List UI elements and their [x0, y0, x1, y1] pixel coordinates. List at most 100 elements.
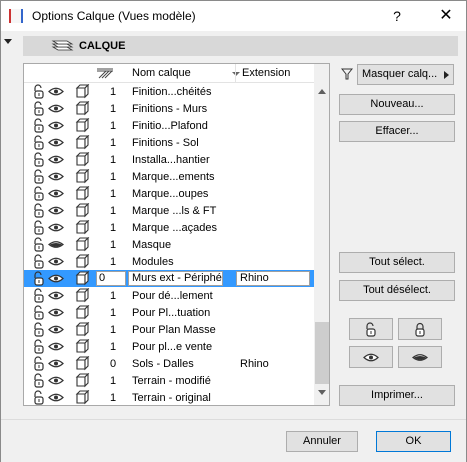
table-row[interactable]: 1 Marque ...açades — [24, 219, 314, 236]
eye-closed-icon[interactable] — [48, 237, 64, 252]
deselect-all-button[interactable]: Tout désélect. — [339, 280, 455, 301]
eye-icon[interactable] — [48, 390, 64, 405]
eye-icon[interactable] — [48, 203, 64, 218]
unlocked-icon[interactable] — [31, 101, 47, 116]
unlocked-icon[interactable] — [31, 288, 47, 303]
table-row[interactable]: 1 Masque — [24, 236, 314, 253]
eye-icon[interactable] — [48, 373, 64, 388]
wireframe-icon[interactable] — [74, 117, 90, 133]
wireframe-icon[interactable] — [74, 100, 90, 116]
eye-icon[interactable] — [48, 220, 64, 235]
unlocked-icon[interactable] — [31, 322, 47, 337]
unlocked-icon[interactable] — [31, 135, 47, 150]
table-row[interactable]: 1 Finitio...Plafond — [24, 117, 314, 134]
table-row[interactable]: 1 Marque ...ls & FT — [24, 202, 314, 219]
collapse-arrow-icon[interactable] — [4, 39, 12, 44]
unlocked-icon[interactable] — [31, 271, 47, 286]
scroll-thumb[interactable] — [315, 322, 329, 384]
eye-icon[interactable] — [48, 101, 64, 116]
wireframe-icon[interactable] — [74, 389, 90, 405]
table-row[interactable]: 1 Finition...chéités — [24, 83, 314, 100]
close-button[interactable]: ✕ — [431, 5, 461, 27]
eye-icon[interactable] — [48, 118, 64, 133]
print-button[interactable]: Imprimer... — [339, 385, 455, 406]
unlocked-icon[interactable] — [31, 373, 47, 388]
help-button[interactable]: ? — [382, 5, 412, 27]
unlocked-icon[interactable] — [31, 169, 47, 184]
eye-icon[interactable] — [48, 271, 64, 286]
wireframe-icon[interactable] — [74, 236, 90, 252]
delete-layer-button[interactable]: Effacer... — [339, 121, 455, 142]
table-row[interactable]: 1 Pour Pl...tuation — [24, 304, 314, 321]
unlocked-icon[interactable] — [31, 237, 47, 252]
eye-icon[interactable] — [48, 288, 64, 303]
table-row[interactable]: 1 Marque...oupes — [24, 185, 314, 202]
table-row[interactable]: 1 Installa...hantier — [24, 151, 314, 168]
unlocked-icon[interactable] — [31, 305, 47, 320]
table-row[interactable]: 0 Murs ext - Périphé Rhino — [24, 270, 314, 287]
layer-name[interactable]: Murs ext - Périphé — [128, 271, 223, 286]
wireframe-icon[interactable] — [74, 304, 90, 320]
column-divider[interactable] — [235, 64, 236, 82]
wireframe-icon[interactable] — [74, 219, 90, 235]
hide-all-button[interactable] — [398, 346, 442, 368]
table-row[interactable]: 1 Pour Plan Masse — [24, 321, 314, 338]
unlocked-icon[interactable] — [31, 356, 47, 371]
table-row[interactable]: 1 Pour pl...e vente — [24, 338, 314, 355]
wireframe-icon[interactable] — [74, 134, 90, 150]
eye-icon[interactable] — [48, 152, 64, 167]
eye-icon[interactable] — [48, 186, 64, 201]
wireframe-icon[interactable] — [74, 185, 90, 201]
new-layer-button[interactable]: Nouveau... — [339, 94, 455, 115]
unlocked-icon[interactable] — [31, 220, 47, 235]
intersection-group[interactable]: 0 — [96, 271, 126, 286]
eye-icon[interactable] — [48, 169, 64, 184]
wireframe-icon[interactable] — [74, 372, 90, 388]
eye-icon[interactable] — [48, 356, 64, 371]
eye-icon[interactable] — [48, 84, 64, 99]
lock-all-button[interactable] — [398, 318, 442, 340]
section-header[interactable]: CALQUE — [23, 36, 458, 56]
table-row[interactable]: 1 Marque...ements — [24, 168, 314, 185]
scroll-up-arrow-icon[interactable] — [318, 89, 326, 94]
wireframe-icon[interactable] — [74, 270, 90, 286]
eye-icon[interactable] — [48, 254, 64, 269]
unlock-all-button[interactable] — [349, 318, 393, 340]
layer-extension[interactable]: Rhino — [236, 271, 310, 286]
column-header-extension[interactable]: Extension — [242, 67, 290, 79]
eye-icon[interactable] — [48, 135, 64, 150]
wireframe-icon[interactable] — [74, 355, 90, 371]
wireframe-icon[interactable] — [74, 253, 90, 269]
column-header-name[interactable]: Nom calque — [132, 67, 191, 79]
unlocked-icon[interactable] — [31, 203, 47, 218]
wireframe-icon[interactable] — [74, 168, 90, 184]
wireframe-icon[interactable] — [74, 202, 90, 218]
unlocked-icon[interactable] — [31, 186, 47, 201]
wireframe-icon[interactable] — [74, 338, 90, 354]
unlocked-icon[interactable] — [31, 390, 47, 405]
eye-icon[interactable] — [48, 339, 64, 354]
table-row[interactable]: 1 Finitions - Murs — [24, 100, 314, 117]
wireframe-icon[interactable] — [74, 151, 90, 167]
cancel-button[interactable]: Annuler — [286, 431, 358, 452]
unlocked-icon[interactable] — [31, 254, 47, 269]
wireframe-icon[interactable] — [74, 321, 90, 337]
scroll-down-arrow-icon[interactable] — [318, 390, 326, 395]
unlocked-icon[interactable] — [31, 152, 47, 167]
eye-icon[interactable] — [48, 322, 64, 337]
wireframe-icon[interactable] — [74, 287, 90, 303]
table-row[interactable]: 1 Finitions - Sol — [24, 134, 314, 151]
ok-button[interactable]: OK — [376, 431, 451, 452]
table-row[interactable]: 1 Terrain - original — [24, 389, 314, 405]
hide-layers-dropdown[interactable]: Masquer calq... — [357, 64, 454, 85]
table-row[interactable]: 1 Pour dé...lement — [24, 287, 314, 304]
table-row[interactable]: 1 Modules — [24, 253, 314, 270]
table-row[interactable]: 0 Sols - Dalles Rhino — [24, 355, 314, 372]
unlocked-icon[interactable] — [31, 84, 47, 99]
wireframe-icon[interactable] — [74, 83, 90, 99]
table-row[interactable]: 1 Terrain - modifié — [24, 372, 314, 389]
select-all-button[interactable]: Tout sélect. — [339, 252, 455, 273]
unlocked-icon[interactable] — [31, 118, 47, 133]
eye-icon[interactable] — [48, 305, 64, 320]
unlocked-icon[interactable] — [31, 339, 47, 354]
